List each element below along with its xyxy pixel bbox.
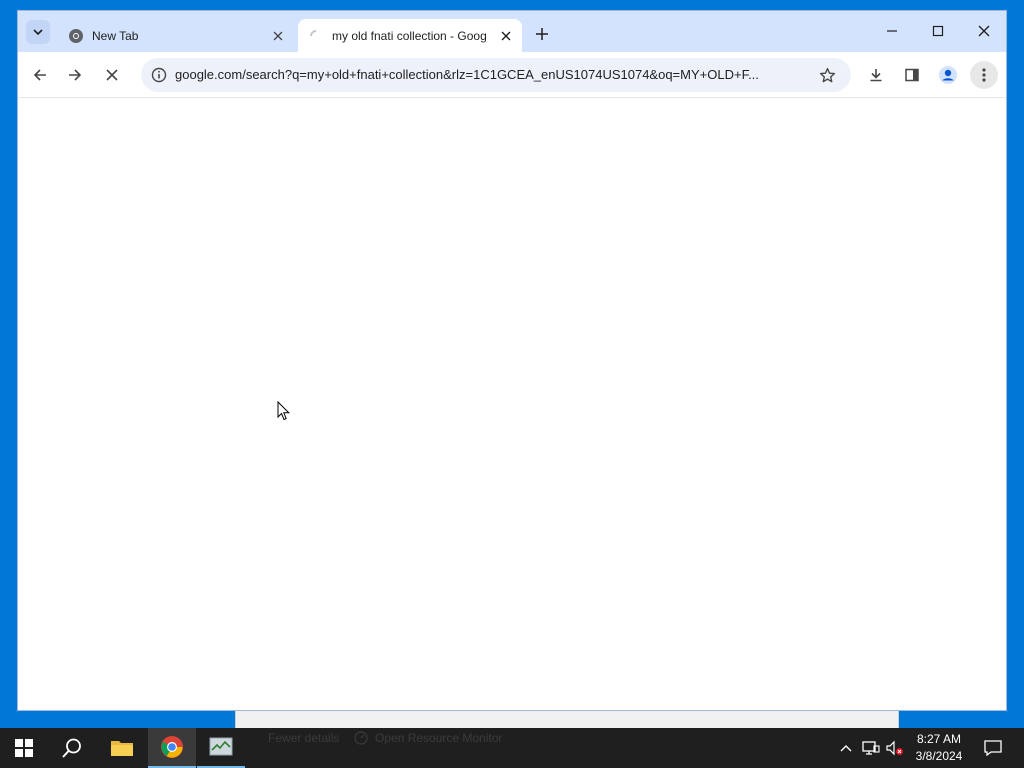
clock-date: 3/8/2024 [915,749,963,763]
url-text[interactable]: google.com/search?q=my+old+fnati+collect… [175,67,803,82]
side-panel-icon [905,68,919,82]
stop-icon [106,69,118,81]
mouse-cursor-icon [277,401,291,421]
start-button[interactable] [0,728,48,768]
tab-search-button[interactable] [26,20,50,44]
page-content[interactable] [18,99,1006,710]
chevron-down-icon [33,29,43,36]
side-panel-button[interactable] [898,61,926,89]
clock[interactable]: 8:27 AM 3/8/2024 [906,731,972,765]
back-button[interactable] [26,61,54,89]
task-manager-icon [209,737,233,756]
downloads-button[interactable] [862,61,890,89]
close-window-button[interactable] [961,17,1007,45]
volume-muted-icon [886,740,903,756]
chrome-window: New Tab my old fnati collection - Goog g… [17,10,1007,711]
profile-button[interactable] [934,61,962,89]
tab-google-search[interactable]: my old fnati collection - Goog [298,19,522,52]
tab-strip: New Tab my old fnati collection - Goog [18,11,1006,52]
avatar-icon [939,66,957,84]
close-tab-icon[interactable] [496,26,516,46]
volume-tray-button[interactable] [884,728,906,768]
open-resource-monitor-text: Open Resource Monitor [375,731,503,745]
forward-arrow-icon [69,69,82,81]
chrome-taskbar-button[interactable] [148,728,196,768]
network-tray-button[interactable] [860,728,882,768]
close-tab-icon[interactable] [268,26,288,46]
stop-loading-button[interactable] [98,61,126,89]
tab-title: New Tab [92,28,139,43]
network-icon [862,741,880,755]
site-info-icon[interactable] [147,63,171,87]
action-center-button[interactable] [978,728,1008,768]
folder-icon [111,741,133,756]
bookmark-star-icon[interactable] [815,63,839,87]
loading-spinner-icon [308,28,324,44]
search-button[interactable] [48,728,96,768]
tab-title: my old fnati collection - Goog [332,28,487,43]
close-icon [978,25,990,37]
download-icon [870,69,882,82]
chrome-icon [68,28,84,44]
windows-logo-icon [15,739,33,757]
taskbar: Fewer details Open Resource Monitor 8:27… [0,728,1024,768]
maximize-button[interactable] [915,17,961,45]
notification-icon [984,740,1002,756]
browser-toolbar: google.com/search?q=my+old+fnati+collect… [18,52,1006,98]
minimize-button[interactable] [869,17,915,45]
fewer-details-text: Fewer details [268,731,340,745]
forward-button[interactable] [61,61,89,89]
search-icon [62,738,81,758]
back-arrow-icon [33,69,46,81]
minimize-icon [887,30,897,32]
new-tab-button[interactable] [530,22,554,46]
file-explorer-button[interactable] [98,728,146,768]
kebab-menu-icon [982,68,986,82]
chrome-menu-button[interactable] [970,61,998,89]
tab-new-tab[interactable]: New Tab [58,19,294,52]
plus-icon [536,28,548,40]
clock-time: 8:27 AM [916,732,962,746]
task-manager-taskbar-button[interactable] [197,728,245,768]
chrome-icon [161,736,183,758]
maximize-icon [932,25,944,37]
task-manager-window [235,710,899,730]
show-hidden-icons-button[interactable] [836,728,856,768]
address-bar[interactable]: google.com/search?q=my+old+fnati+collect… [141,58,851,92]
resource-monitor-icon [354,731,368,745]
chevron-up-icon [840,745,852,752]
